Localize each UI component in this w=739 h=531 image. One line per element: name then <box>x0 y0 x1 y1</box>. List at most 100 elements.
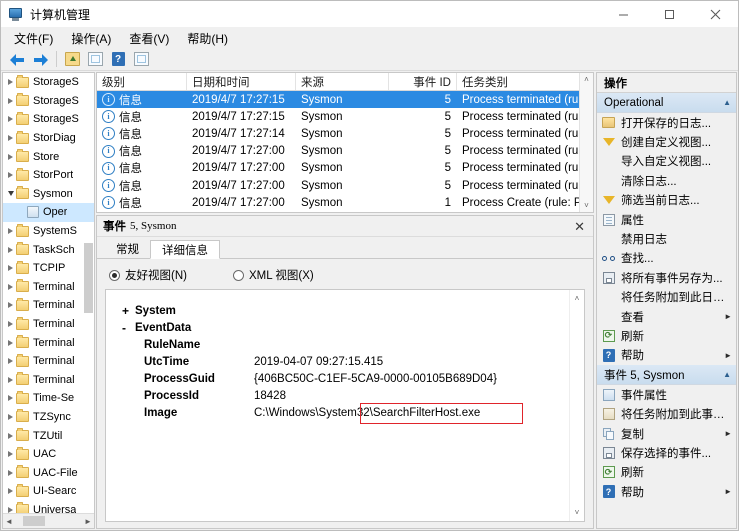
chevron-right-icon[interactable] <box>5 395 16 401</box>
event-list-vertical-scrollbar[interactable]: ˄ ˅ <box>579 73 593 212</box>
tab-general[interactable]: 常规 <box>105 240 150 258</box>
tree-item-ui-searc[interactable]: UI-Searc <box>3 482 94 501</box>
chevron-right-icon[interactable] <box>5 433 16 439</box>
chevron-right-icon[interactable] <box>5 488 16 494</box>
tree-item-sysmon[interactable]: Sysmon <box>3 185 94 204</box>
chevron-down-icon[interactable] <box>5 191 16 196</box>
table-row[interactable]: i 信息 2019/4/7 17:27:00 Sysmon 5 Process termi… <box>97 160 593 177</box>
action-item[interactable]: 保存选择的事件... <box>597 443 736 462</box>
event-data-node-system[interactable]: + System <box>122 303 569 320</box>
chevron-right-icon[interactable] <box>5 172 16 178</box>
tree-item-uac[interactable]: UAC <box>3 445 94 464</box>
action-item[interactable]: 复制 ► <box>597 424 736 443</box>
tree-item-terminal[interactable]: Terminal <box>3 315 94 334</box>
collapse-icon[interactable]: - <box>122 320 135 337</box>
table-row[interactable]: i 信息 2019/4/7 17:27:15 Sysmon 5 Process termi… <box>97 108 593 125</box>
chevron-up-icon[interactable]: ˄ <box>571 292 584 305</box>
action-item[interactable]: ? 帮助 ► <box>597 482 736 501</box>
tree-item-store[interactable]: Store <box>3 147 94 166</box>
actions-group-header[interactable]: Operational ▲ <box>597 93 736 113</box>
menu-view[interactable]: 查看(V) <box>120 28 178 49</box>
action-item[interactable]: ⟳ 刷新 <box>597 326 736 345</box>
tree-item-storport[interactable]: StorPort <box>3 166 94 185</box>
event-data-vertical-scrollbar[interactable]: ˄ ˅ <box>569 290 584 521</box>
chevron-right-icon[interactable] <box>5 470 16 476</box>
action-item[interactable]: 打开保存的日志... <box>597 113 736 132</box>
chevron-up-icon[interactable]: ▲ <box>723 370 731 379</box>
chevron-right-icon[interactable] <box>5 247 16 253</box>
tree-vertical-scrollbar-thumb[interactable] <box>84 243 93 313</box>
menu-action[interactable]: 操作(A) <box>62 28 120 49</box>
forward-button[interactable] <box>29 49 51 69</box>
action-item[interactable]: 属性 <box>597 210 736 229</box>
tree-item-universa[interactable]: Universa <box>3 501 94 513</box>
up-one-level-button[interactable] <box>61 49 83 69</box>
chevron-right-icon[interactable] <box>5 340 16 346</box>
minimize-button[interactable] <box>600 1 646 27</box>
tree-item-storages[interactable]: StorageS <box>3 110 94 129</box>
action-item[interactable]: 查看 ► <box>597 307 736 326</box>
chevron-right-icon[interactable] <box>5 154 16 160</box>
column-header-source[interactable]: 来源 <box>296 73 389 90</box>
tree-item-systems[interactable]: SystemS <box>3 222 94 241</box>
table-row[interactable]: i信息2019/4/7 17:27:00Sysmon1Process Creat… <box>97 211 593 212</box>
action-item[interactable]: 导入自定义视图... <box>597 152 736 171</box>
tree-item-terminal[interactable]: Terminal <box>3 352 94 371</box>
chevron-right-icon[interactable] <box>5 265 16 271</box>
chevron-down-icon[interactable]: ˅ <box>571 506 584 519</box>
tree-item-storages[interactable]: StorageS <box>3 73 94 92</box>
action-item[interactable]: ? 帮助 ► <box>597 346 736 365</box>
back-button[interactable] <box>6 49 28 69</box>
action-item[interactable]: 禁用日志 <box>597 229 736 248</box>
radio-xml-view[interactable]: XML 视图(X) <box>232 267 314 283</box>
tree-item-terminal[interactable]: Terminal <box>3 371 94 390</box>
tree-item-tcpip[interactable]: TCPIP <box>3 259 94 278</box>
scroll-left-icon[interactable]: ◄ <box>3 514 15 528</box>
tree-item-terminal[interactable]: Terminal <box>3 278 94 297</box>
action-item[interactable]: 筛选当前日志... <box>597 191 736 210</box>
maximize-button[interactable] <box>646 1 692 27</box>
close-details-icon[interactable]: ✕ <box>572 220 587 233</box>
column-header-datetime[interactable]: 日期和时间 <box>187 73 296 90</box>
table-row[interactable]: i信息2019/4/7 17:27:00Sysmon1Process Creat… <box>97 194 593 211</box>
tree-horizontal-scrollbar-thumb[interactable] <box>23 516 45 526</box>
chevron-right-icon[interactable] <box>5 302 16 308</box>
chevron-right-icon[interactable] <box>5 358 16 364</box>
table-row[interactable]: i 信息 2019/4/7 17:27:00 Sysmon 5 Process termi… <box>97 143 593 160</box>
chevron-up-icon[interactable]: ▲ <box>723 98 731 107</box>
column-header-level[interactable]: 级别 <box>97 73 187 90</box>
tree-item-terminal[interactable]: Terminal <box>3 333 94 352</box>
submenu-arrow-icon[interactable]: ► <box>724 429 732 438</box>
chevron-right-icon[interactable] <box>5 116 16 122</box>
chevron-right-icon[interactable] <box>5 135 16 141</box>
chevron-right-icon[interactable] <box>5 377 16 383</box>
event-data-node-eventdata[interactable]: - EventData <box>122 320 569 337</box>
table-row[interactable]: i 信息 2019/4/7 17:27:00 Sysmon 5 Process termi… <box>97 177 593 194</box>
tree-item-terminal[interactable]: Terminal <box>3 296 94 315</box>
chevron-right-icon[interactable] <box>5 228 16 234</box>
show-hide-console-tree-button[interactable] <box>84 49 106 69</box>
table-row[interactable]: i 信息 2019/4/7 17:27:15 Sysmon 5 Process termi… <box>97 91 593 109</box>
chevron-down-icon[interactable]: ˅ <box>580 199 593 212</box>
submenu-arrow-icon[interactable]: ► <box>724 312 732 321</box>
menu-file[interactable]: 文件(F) <box>5 28 62 49</box>
tree-horizontal-scrollbar[interactable]: ◄ ► <box>3 513 94 528</box>
chevron-right-icon[interactable] <box>5 98 16 104</box>
tree-item-stordiag[interactable]: StorDiag <box>3 129 94 148</box>
column-header-task-category[interactable]: 任务类别 <box>457 73 593 90</box>
action-item[interactable]: 清除日志... <box>597 171 736 190</box>
chevron-up-icon[interactable]: ˄ <box>580 73 593 86</box>
submenu-arrow-icon[interactable]: ► <box>724 351 732 360</box>
action-item[interactable]: 将任务附加到此事件... <box>597 404 736 423</box>
chevron-right-icon[interactable] <box>5 79 16 85</box>
chevron-right-icon[interactable] <box>5 451 16 457</box>
action-item[interactable]: 事件属性 <box>597 385 736 404</box>
submenu-arrow-icon[interactable]: ► <box>724 487 732 496</box>
table-row[interactable]: i 信息 2019/4/7 17:27:14 Sysmon 5 Process termi… <box>97 125 593 142</box>
tree-item-tzsync[interactable]: TZSync <box>3 408 94 427</box>
action-item[interactable]: 查找... <box>597 249 736 268</box>
tree-item-oper[interactable]: Oper <box>3 203 94 222</box>
tree-item-tzutil[interactable]: TZUtil <box>3 426 94 445</box>
chevron-right-icon[interactable] <box>5 321 16 327</box>
actions-group-header[interactable]: 事件 5, Sysmon ▲ <box>597 365 736 386</box>
